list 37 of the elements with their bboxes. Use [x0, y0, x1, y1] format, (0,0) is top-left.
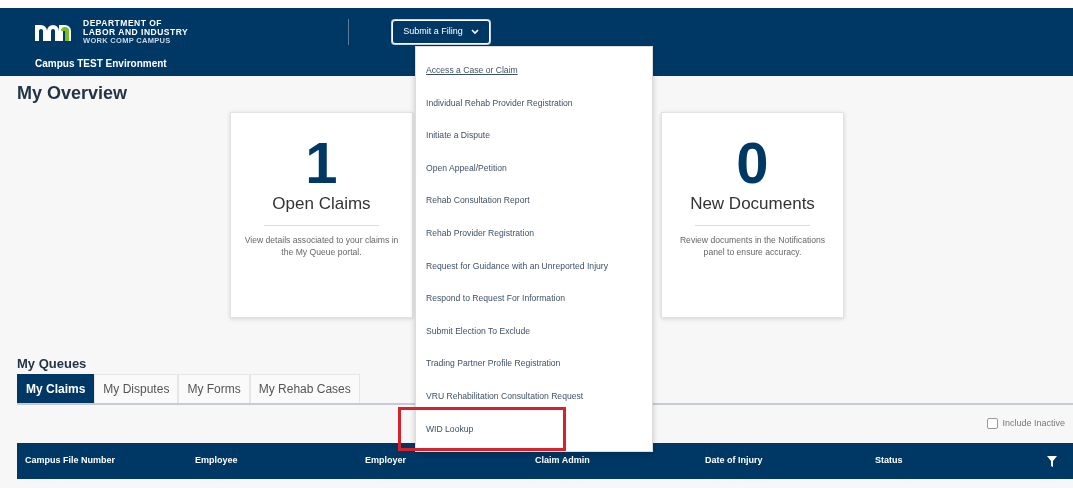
queue-tab[interactable]: My Claims	[17, 373, 95, 403]
page-title: My Overview	[17, 82, 128, 105]
count-value: 1	[304, 133, 339, 193]
menu-item[interactable]: Submit Election To Exclude	[416, 315, 652, 349]
menu-item[interactable]: Respond to Request For Information	[416, 283, 652, 316]
column-header: Employer	[365, 453, 407, 467]
queue-tab[interactable]: My Forms	[178, 373, 250, 403]
checkbox-label: Include Inactive	[1002, 416, 1065, 430]
menu-item[interactable]: WID Lookup	[416, 413, 652, 447]
menu-item[interactable]: Trading Partner Profile Registration	[416, 348, 652, 381]
queue-tab[interactable]: My Rehab Cases	[249, 373, 360, 403]
menu-item[interactable]: Access a Case or Claim	[416, 55, 652, 88]
logo-text-line: LABOR AND INDUSTRY	[83, 28, 189, 37]
column-header: Date of Injury	[705, 453, 764, 467]
column-header: Employee	[195, 453, 239, 467]
menu-item[interactable]: Individual Rehab Provider Registration	[416, 87, 652, 121]
menu-item[interactable]: Open Appeal/Petition	[416, 152, 652, 186]
menu-item[interactable]: Request for Guidance with an Unreported Injury	[416, 250, 652, 284]
logo-text-line: DEPARTMENT OF	[83, 19, 164, 28]
section-title: My Queues	[17, 355, 87, 373]
count-value: 0	[735, 133, 770, 193]
menu-item[interactable]: Rehab Consultation Report	[416, 185, 652, 218]
card-label: New Documents	[689, 193, 816, 215]
queue-tab[interactable]: My Disputes	[94, 373, 179, 403]
column-header: Campus File Number	[25, 453, 117, 467]
submit-filing-button[interactable]: Submit a Filing	[392, 20, 490, 44]
filter-icon[interactable]	[1047, 455, 1057, 467]
card-description: View details associated to your claims in the My Queue portal.	[243, 234, 400, 258]
environment-label: Campus TEST Environment	[35, 57, 167, 71]
menu-item[interactable]: Initiate a Dispute	[416, 120, 652, 153]
card-description: Review documents in the Notifications panel to ensure accuracy.	[678, 234, 827, 258]
card-label: Open Claims	[271, 193, 372, 215]
menu-item[interactable]: Rehab Provider Registration	[416, 217, 652, 251]
chevron-down-icon	[470, 29, 479, 35]
column-header: Status	[875, 453, 904, 467]
menu-item[interactable]: VRU Rehabilitation Consultation Request	[416, 380, 652, 414]
column-header: Claim Admin	[535, 453, 591, 467]
